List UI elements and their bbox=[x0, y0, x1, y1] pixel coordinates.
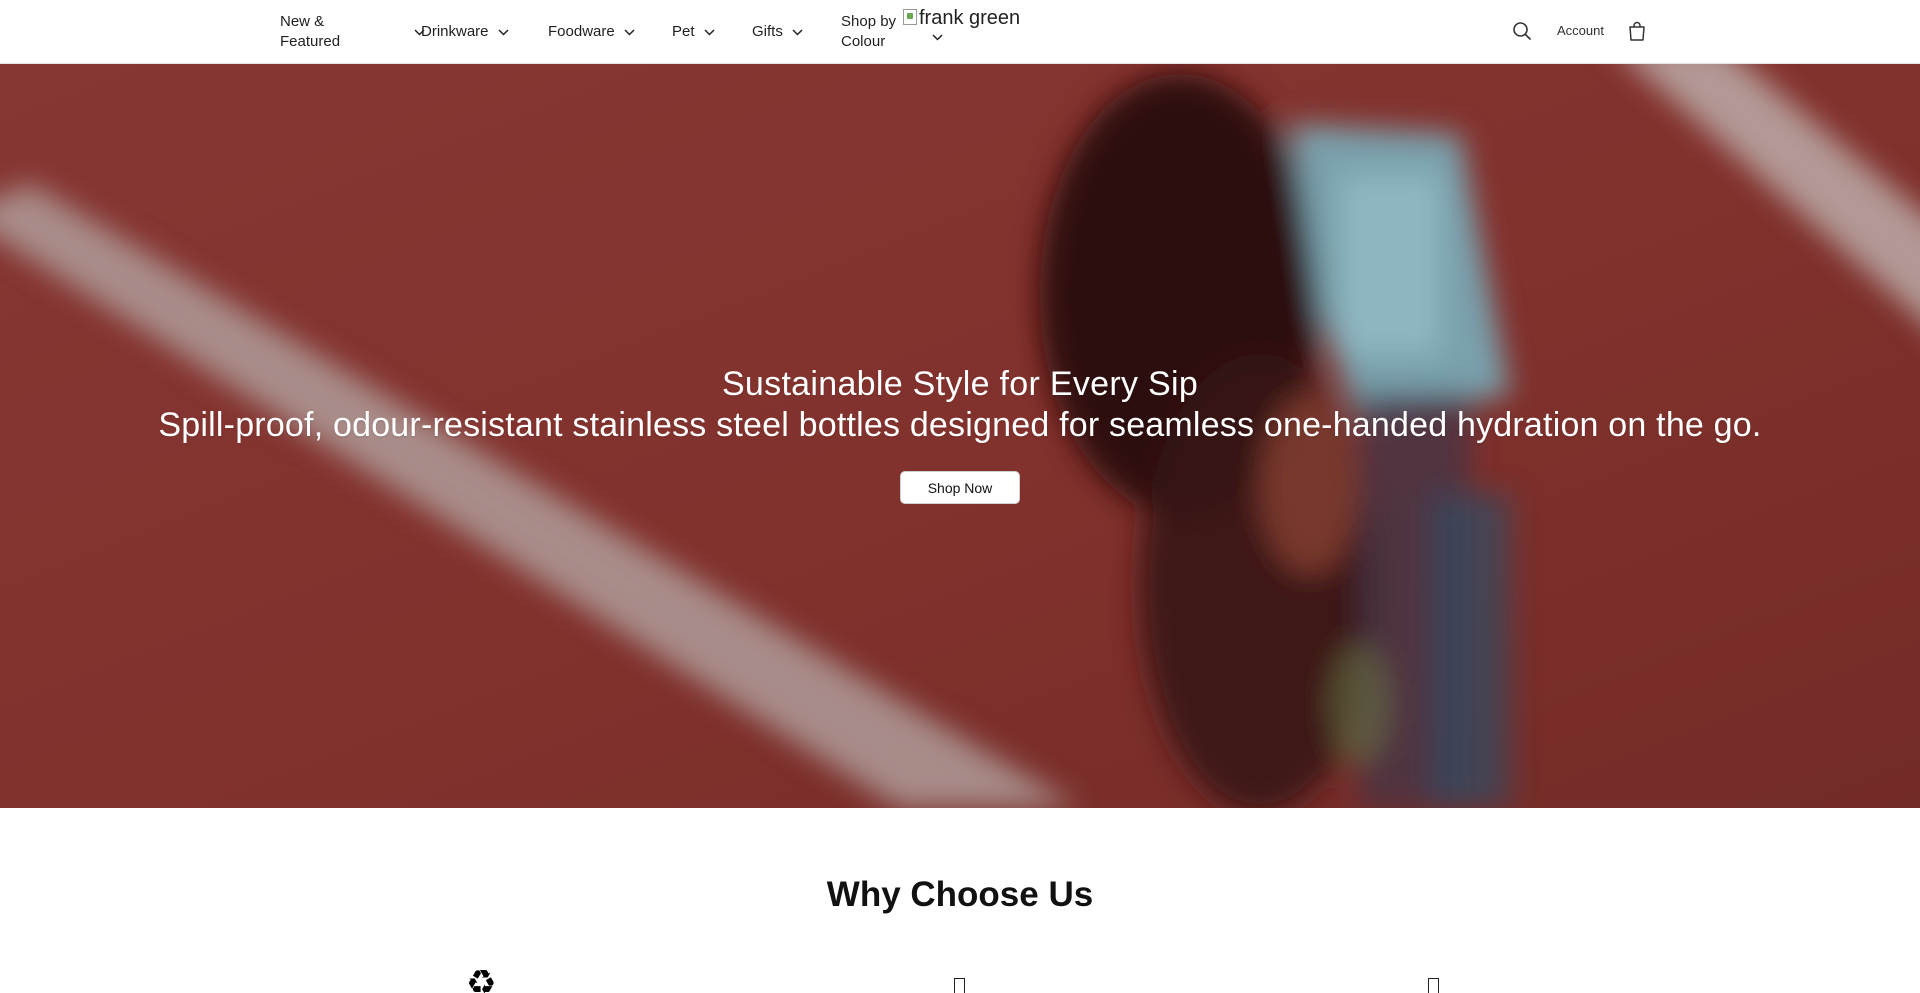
nav-item-label: Drinkware bbox=[421, 23, 489, 40]
shop-now-button[interactable]: Shop Now bbox=[900, 471, 1020, 504]
site-header: New & Featured Drinkware Foodware Pet Gi… bbox=[0, 0, 1920, 64]
hero-subtitle: Spill-proof, odour-resistant stainless s… bbox=[158, 406, 1762, 444]
missing-glyph-icon bbox=[1428, 978, 1439, 993]
nav-item-foodware[interactable]: Foodware bbox=[548, 22, 635, 42]
nav-item-drinkware[interactable]: Drinkware bbox=[421, 22, 509, 42]
logo-alt-text: frank green bbox=[919, 7, 1021, 29]
recycle-icon: ♻ bbox=[466, 964, 497, 993]
nav-item-pet[interactable]: Pet bbox=[672, 22, 715, 42]
shopping-bag-icon[interactable] bbox=[1628, 21, 1648, 43]
chevron-down-icon bbox=[792, 28, 803, 36]
chevron-down-icon bbox=[497, 28, 509, 36]
account-link[interactable]: Account bbox=[1557, 23, 1604, 38]
nav-item-label: Pet bbox=[672, 23, 695, 40]
nav-item-gifts[interactable]: Gifts bbox=[752, 22, 803, 42]
hero-title: Sustainable Style for Every Sip bbox=[721, 365, 1199, 403]
nav-item-label: New & Featured bbox=[280, 13, 341, 50]
nav-item-label: Foodware bbox=[548, 23, 615, 40]
nav-item-label: Gifts bbox=[752, 23, 783, 40]
hero-banner: Sustainable Style for Every Sip Spill-pr… bbox=[0, 64, 1920, 808]
broken-image-icon bbox=[903, 9, 917, 25]
search-icon[interactable] bbox=[1512, 21, 1534, 43]
logo-link[interactable]: frank green bbox=[903, 6, 1020, 30]
section-title: Why Choose Us bbox=[826, 875, 1094, 914]
chevron-down-icon bbox=[624, 28, 635, 36]
chevron-down-icon[interactable] bbox=[932, 28, 943, 46]
nav-item-label: Shop by Colour bbox=[841, 13, 897, 50]
nav-item-shop-by-colour[interactable]: Shop by Colour bbox=[841, 12, 896, 52]
chevron-down-icon bbox=[703, 28, 715, 36]
nav-item-new-featured[interactable]: New & Featured bbox=[280, 12, 425, 52]
missing-glyph-icon bbox=[954, 978, 965, 993]
